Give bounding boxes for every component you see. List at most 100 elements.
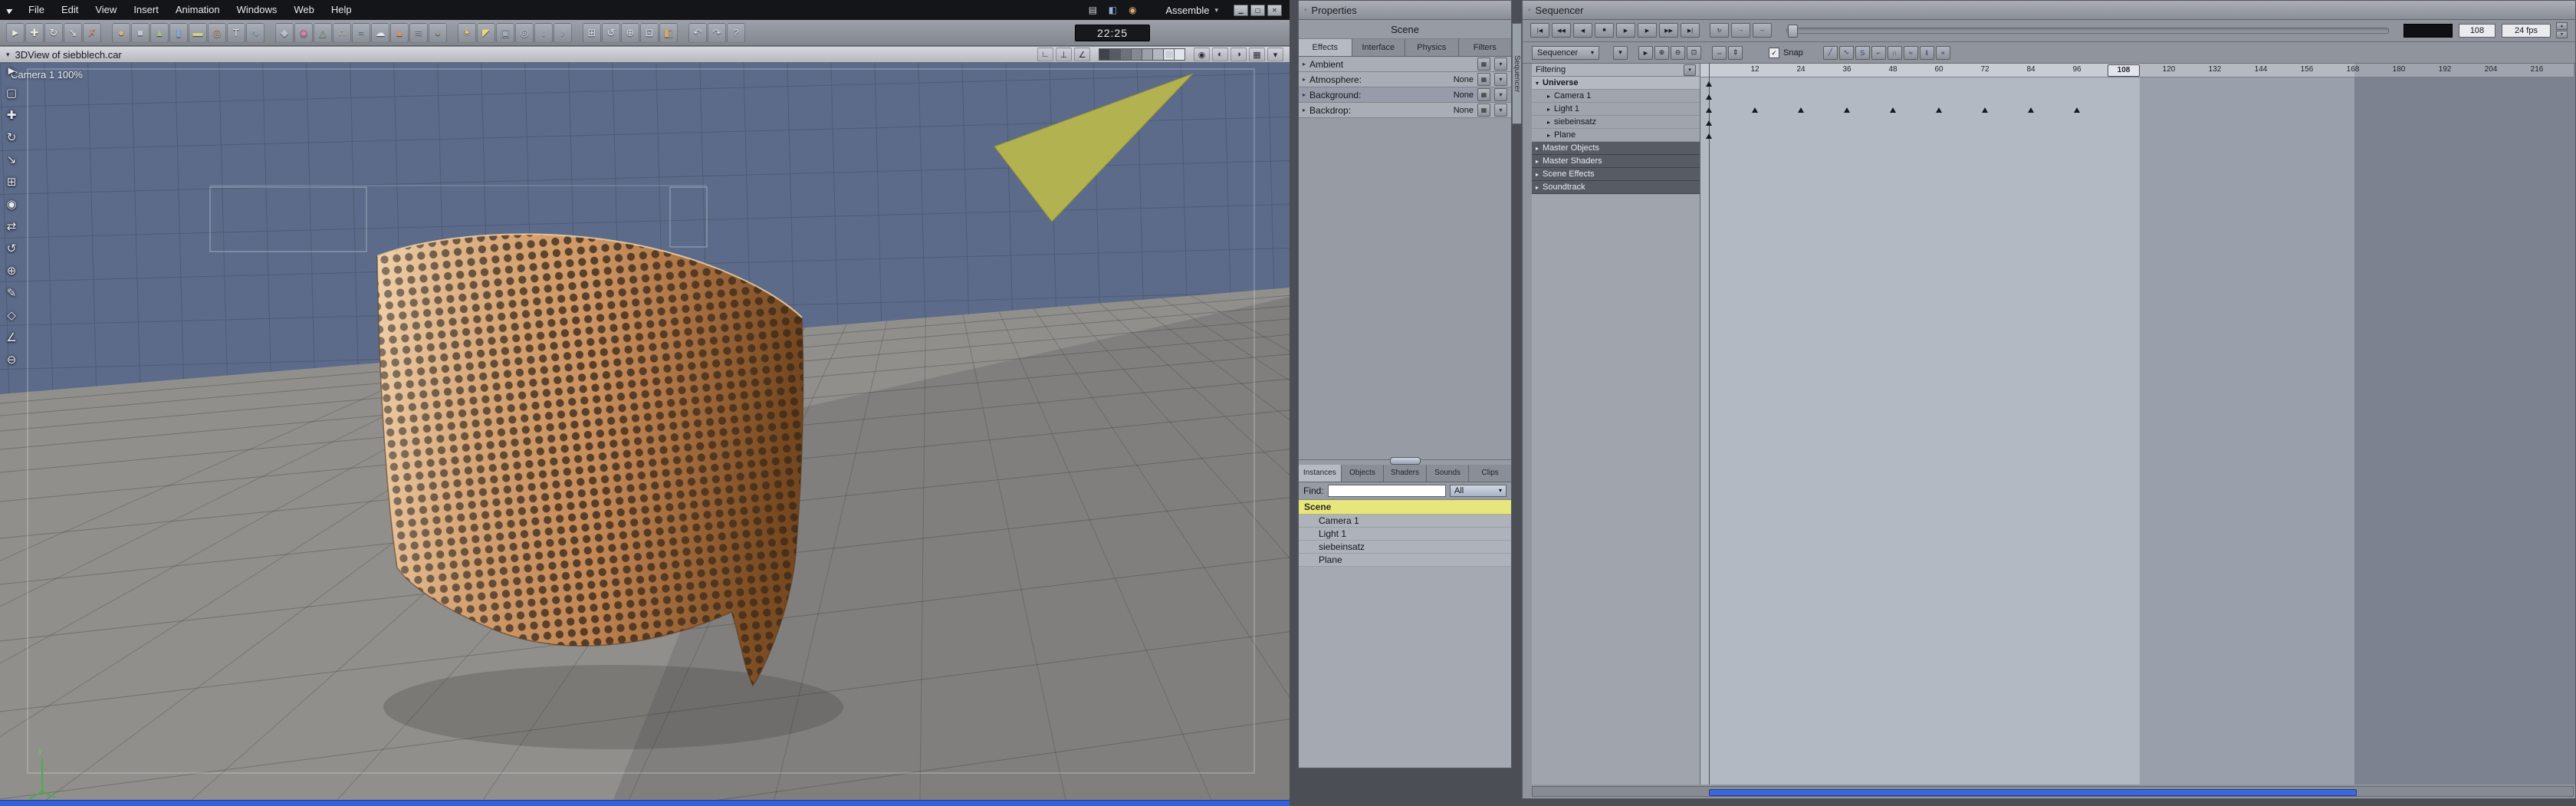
hotpoint-tool-icon[interactable]: ◇ [7, 309, 16, 322]
scale-free-tool-icon[interactable]: ↘ [7, 153, 17, 166]
menu-item[interactable]: Help [323, 0, 360, 20]
loop-button[interactable]: ↻ [1710, 23, 1729, 38]
preview-button[interactable]: ▦ [1477, 88, 1490, 101]
insert-vertex-icon[interactable]: ◆ [275, 22, 294, 43]
instance-list-item[interactable]: Light 1 [1299, 527, 1511, 541]
find-filter-dropdown[interactable]: All ▾ [1450, 484, 1506, 497]
view-options-icon[interactable]: ▾ [1267, 48, 1283, 61]
property-value[interactable]: None [1454, 90, 1474, 100]
insert-metaball-icon[interactable]: ◉ [294, 22, 313, 43]
display-mode-flat[interactable] [1132, 49, 1142, 60]
expand-icon[interactable]: ▸ [1536, 145, 1539, 152]
scale-tool-icon[interactable]: ↘ [64, 22, 82, 43]
menu-item[interactable]: File [20, 0, 53, 20]
collapse-tracks-button[interactable]: ▾ [1613, 45, 1628, 60]
track-row[interactable]: ▸ Plane [1532, 129, 1700, 142]
stepper-down-icon[interactable]: ▼ [2556, 31, 2568, 38]
display-mode-phong[interactable] [1153, 49, 1164, 60]
zoom-out-button[interactable]: ⊖ [1671, 45, 1685, 60]
zoom-view-icon[interactable]: ⊕ [621, 22, 639, 43]
instance-list-item[interactable]: siebeinsatz [1299, 540, 1511, 554]
window-collapse-icon[interactable]: ▾ [6, 51, 10, 59]
marquee-tool-icon[interactable]: ▢ [6, 87, 17, 100]
snap-checkbox[interactable]: ✓ [1769, 47, 1779, 58]
insert-particle-icon[interactable]: ∴ [333, 22, 351, 43]
insert-cylinder-icon[interactable]: ▮ [169, 22, 188, 43]
3d-viewport[interactable]: y Camera 1 100% ► ▢ ✚ ↻ ↘ ⊞ ◉ ⇄ ↺ ⊕ ✎ ◇ ∠ ⊖ [0, 63, 1290, 800]
display-mode-sketch[interactable] [1175, 49, 1184, 60]
display-mode-textured[interactable] [1164, 49, 1175, 60]
splitter-grip-handle[interactable] [1389, 456, 1421, 465]
axis-z-button[interactable]: ∠ [1074, 48, 1090, 61]
help-icon[interactable]: ? [727, 22, 745, 43]
menu-item[interactable]: View [87, 0, 125, 20]
property-row[interactable]: ▸ Background: None ▦ ▾ [1299, 87, 1511, 103]
jump-start-button[interactable]: |◀ [1530, 23, 1549, 38]
menu-item[interactable]: Animation [167, 0, 228, 20]
next-keyframe-button[interactable]: ▶▶ [1659, 23, 1678, 38]
tweener-discrete-button[interactable]: ⌐ [1871, 45, 1886, 60]
tweener-noise-button[interactable]: ≈ [1903, 45, 1918, 60]
axis-x-button[interactable]: ∟ [1037, 48, 1053, 61]
sequencer-scrollbar[interactable] [1532, 786, 2574, 797]
time-scrubber[interactable] [1786, 24, 2389, 38]
properties-title-bar[interactable]: ◦ Properties [1299, 1, 1511, 20]
select-tool-icon[interactable]: ► [6, 22, 25, 43]
panel-splitter[interactable] [1299, 456, 1511, 465]
eyedropper-tool-icon[interactable]: ✎ [7, 287, 17, 300]
row-menu-button[interactable]: ▾ [1494, 88, 1507, 101]
menu-item[interactable]: Insert [125, 0, 167, 20]
preview-button[interactable]: ▦ [1477, 73, 1490, 86]
shadow-globe-icon[interactable]: ◑ [1230, 48, 1247, 61]
delete-tool-icon[interactable]: ✗ [83, 22, 101, 43]
insert-plane-icon[interactable]: ▬ [189, 22, 207, 43]
display-mode-gouraud[interactable] [1142, 49, 1153, 60]
expand-icon[interactable]: ▸ [1547, 106, 1550, 113]
play-button[interactable]: ▶ [1616, 23, 1635, 38]
track-pointer-button[interactable]: ► [1638, 45, 1653, 60]
track-row[interactable]: ▸ Scene Effects [1532, 168, 1700, 181]
stop-button[interactable]: ■ [1595, 23, 1614, 38]
insert-terrain-icon[interactable]: △ [314, 22, 332, 43]
restore-button[interactable]: ▢ [1250, 4, 1265, 16]
expand-icon[interactable]: ▸ [1547, 93, 1550, 100]
axis-y-button[interactable]: ⊥ [1056, 48, 1072, 61]
sequencer-mode-dropdown[interactable]: Sequencer ▾ [1532, 45, 1599, 60]
palette-icon[interactable]: ◧ [1105, 4, 1120, 17]
property-row[interactable]: ▸ Backdrop: None ▦ ▾ [1299, 103, 1511, 118]
menu-item[interactable]: Windows [228, 0, 286, 20]
play-once-button[interactable]: → [1731, 23, 1750, 38]
track-row[interactable]: ▸ Master Shaders [1532, 155, 1700, 168]
preview-button[interactable]: ▦ [1477, 58, 1490, 71]
scene-doc-icon[interactable]: ▤ [1085, 4, 1100, 17]
expand-icon[interactable]: ▸ [1547, 132, 1550, 139]
instance-list-item[interactable]: Camera 1 [1299, 514, 1511, 528]
reduce-tool-icon[interactable]: ⊖ [7, 354, 17, 367]
scrubber-handle[interactable] [1788, 24, 1798, 38]
tweener-oscillate-button[interactable]: ∿ [1838, 45, 1854, 60]
browser-tab[interactable]: Instances [1299, 464, 1342, 482]
fit-view-icon[interactable]: ⊡ [640, 22, 659, 43]
track-row[interactable]: ▾ Universe [1532, 77, 1700, 90]
render-icon[interactable]: ◧ [659, 22, 678, 43]
step-back-button[interactable]: ◀ [1573, 23, 1592, 38]
minimize-button[interactable]: ▁ [1234, 4, 1248, 16]
insert-spotlight-icon[interactable]: ◤ [477, 22, 495, 43]
browser-tab[interactable]: Sounds [1426, 464, 1470, 482]
insert-camera-icon[interactable]: ▣ [496, 22, 514, 43]
track-row[interactable]: ▸ siebeinsatz [1532, 116, 1700, 129]
expand-icon[interactable]: ▸ [1303, 76, 1306, 83]
expand-icon[interactable]: ▸ [1303, 91, 1306, 98]
orbit-view-icon[interactable]: ↺ [602, 22, 620, 43]
row-menu-button[interactable]: ▾ [1494, 58, 1507, 71]
insert-light-icon[interactable]: ☀ [458, 22, 476, 43]
instance-list-item[interactable]: Plane [1299, 553, 1511, 567]
tweener-remove-button[interactable]: × [1935, 45, 1950, 60]
scrollbar-thumb[interactable] [1709, 789, 2357, 796]
rotate-free-tool-icon[interactable]: ↻ [7, 131, 17, 144]
dolly-tool-icon[interactable]: ◉ [6, 198, 16, 211]
bank-tool-icon[interactable]: ↺ [7, 242, 17, 255]
frame-rate-field[interactable]: 24 fps [2502, 23, 2551, 38]
rotate-tool-icon[interactable]: ↻ [44, 22, 63, 43]
track-row[interactable]: ▸ Camera 1 [1532, 90, 1700, 103]
